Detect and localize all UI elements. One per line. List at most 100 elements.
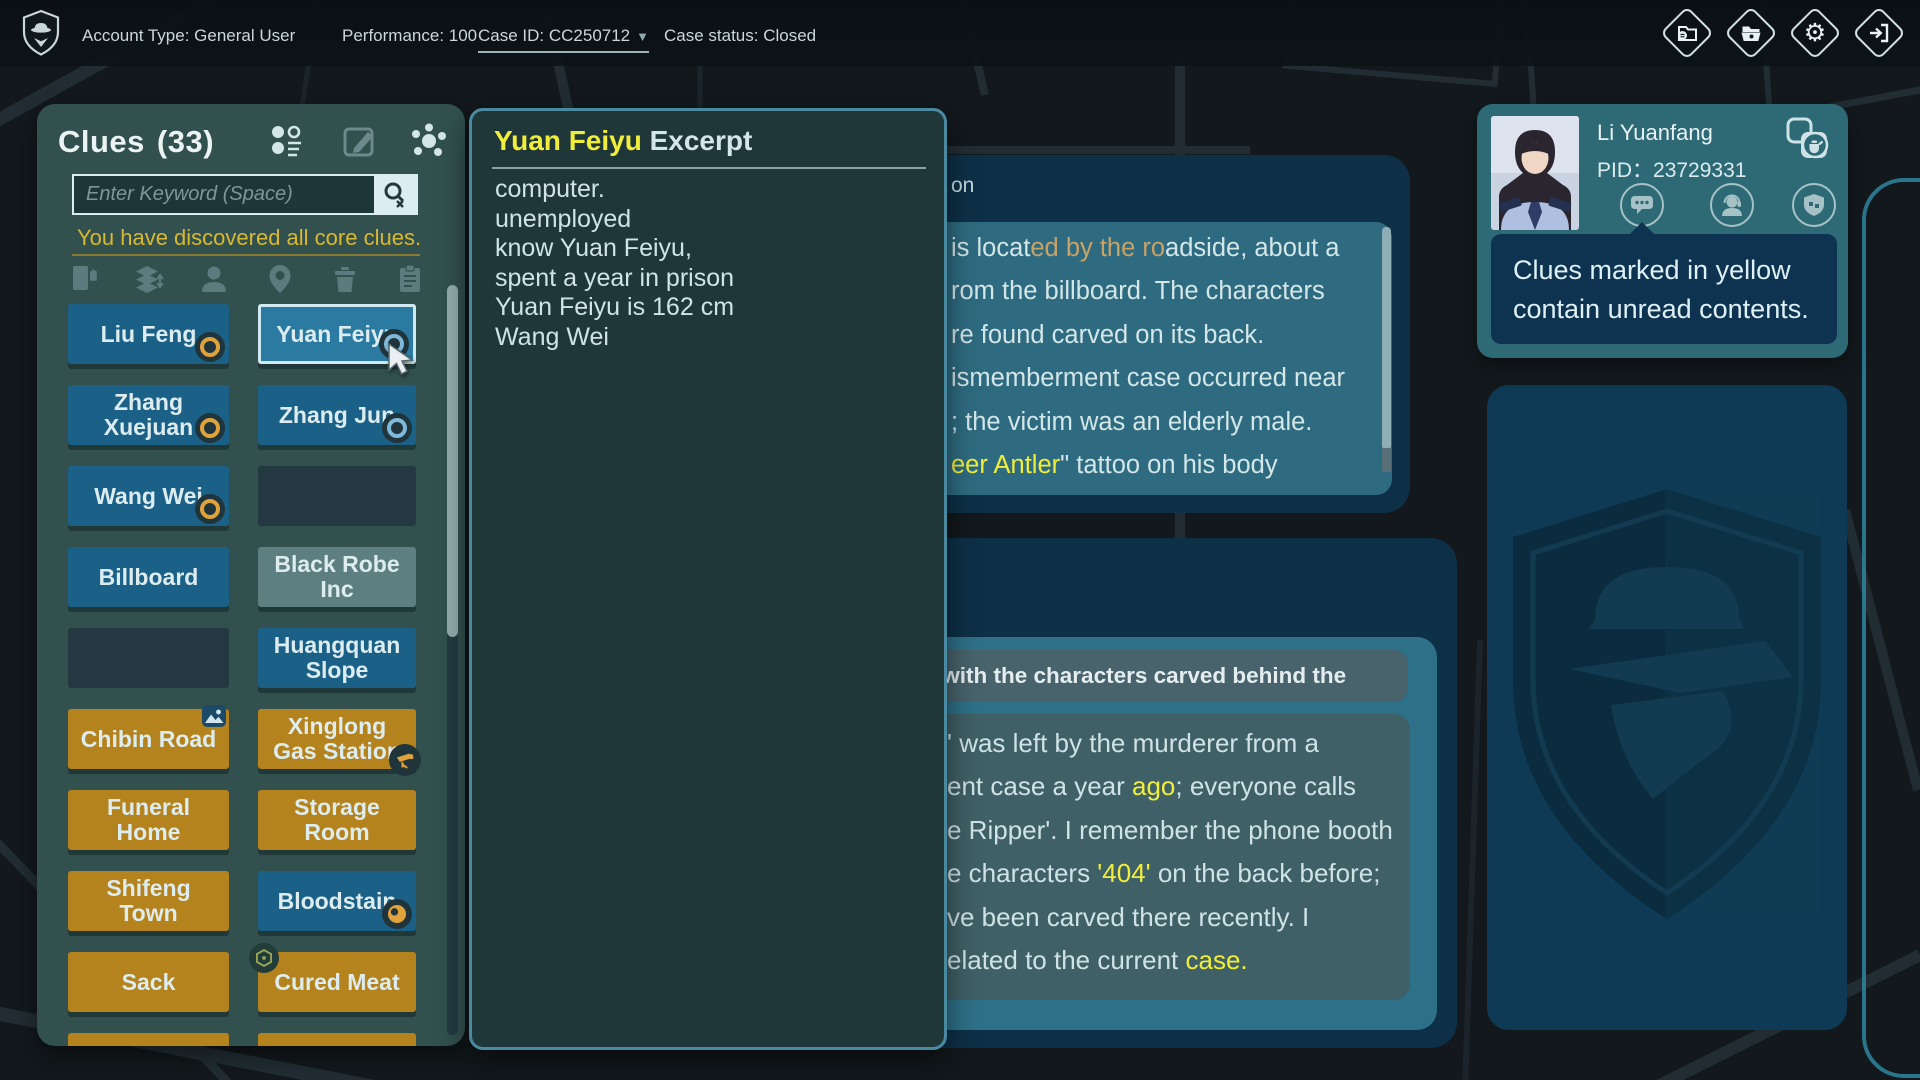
filter-notes-icon[interactable]: [393, 262, 427, 296]
clues-panel: Clues(33): [37, 104, 465, 1046]
text-line: know Yuan Feiyu,: [495, 234, 925, 264]
badge-button[interactable]: [1792, 183, 1836, 227]
filter-files-icon[interactable]: [67, 262, 101, 296]
filter-sort-icon[interactable]: [132, 262, 166, 296]
clue-slot: [258, 466, 416, 526]
clue-slot[interactable]: [68, 1033, 229, 1046]
text-line: elated to the current case.: [947, 939, 1417, 982]
clue-button-cured-meat[interactable]: Cured Meat: [258, 952, 416, 1012]
clue-button-zhang-xuejuan[interactable]: Zhang Xuejuan: [68, 385, 229, 445]
clue-button-sack[interactable]: Sack: [68, 952, 229, 1012]
text-line: Yuan Feiyu is 162 cm: [495, 293, 925, 323]
clue-slot: [68, 628, 229, 688]
case-archive-icon: [1675, 21, 1699, 45]
case-id-dropdown[interactable]: Case ID: CC250712▼: [478, 26, 649, 53]
edit-notes-button[interactable]: [340, 122, 378, 160]
hex-badge-icon: [249, 943, 279, 973]
search-input[interactable]: [74, 176, 374, 213]
headset-person-icon: [1719, 193, 1745, 217]
divider: [492, 167, 926, 169]
detail-placeholder-panel: [1487, 385, 1847, 1030]
clue-button-funeral-home[interactable]: Funeral Home: [68, 790, 229, 850]
excerpt-title-suffix: Excerpt: [642, 125, 753, 156]
settings-button[interactable]: ⚙: [1792, 10, 1838, 56]
clue-slot[interactable]: [258, 1033, 416, 1046]
clue-label: Wang Wei: [94, 484, 203, 509]
chat-button[interactable]: [1620, 183, 1664, 227]
clue-button-liu-feng[interactable]: Liu Feng: [68, 304, 229, 364]
divider: [72, 254, 420, 256]
clue-button-shifeng-town[interactable]: Shifeng Town: [68, 871, 229, 931]
avatar[interactable]: [1491, 116, 1579, 230]
photo-badge-icon: [201, 704, 227, 728]
text-line: Wang Wei: [495, 323, 925, 353]
mouse-cursor: [386, 342, 418, 378]
location-scrollbar-thumb[interactable]: [1382, 448, 1391, 472]
location-panel-title-fragment: on: [951, 174, 974, 198]
text-line: ; the victim was an elderly male.: [951, 401, 1381, 444]
clue-button-wang-wei[interactable]: Wang Wei: [68, 466, 229, 526]
profile-name: Li Yuanfang: [1597, 120, 1713, 146]
clues-panel-title: Clues(33): [58, 124, 214, 160]
support-button[interactable]: [1710, 183, 1754, 227]
text-line: e characters '404' on the back before;: [947, 852, 1417, 895]
clue-button-huangquan-slope[interactable]: Huangquan Slope: [258, 628, 416, 688]
statement-text: ' was left by the murderer from aent cas…: [947, 722, 1417, 982]
clue-button-black-robe-inc[interactable]: Black Robe Inc: [258, 547, 416, 607]
excerpt-popup: Yuan Feiyu Excerpt computer.unemployedkn…: [469, 108, 947, 1050]
search-button[interactable]: [374, 176, 416, 213]
search-icon: [382, 181, 408, 209]
case-folder-button[interactable]: [1728, 10, 1774, 56]
grid-list-icon: [268, 122, 306, 160]
exit-door-icon: [1867, 21, 1891, 45]
shield-watermark-icon: [1499, 469, 1835, 939]
text-line: spent a year in prison: [495, 264, 925, 294]
gear-icon: ⚙: [1804, 21, 1826, 46]
edit-pencil-icon: [340, 122, 378, 160]
app-shield-logo-icon: [21, 9, 61, 62]
text-line: ' was left by the murderer from a: [947, 722, 1417, 765]
clue-label: Liu Feng: [101, 322, 197, 347]
clue-label: Cured Meat: [274, 970, 399, 995]
text-line: re found carved on its back.: [951, 314, 1381, 357]
clue-button-billboard[interactable]: Billboard: [68, 547, 229, 607]
filter-location-icon[interactable]: [263, 262, 297, 296]
record-badge-icon: [382, 899, 412, 929]
text-line: rom the billboard. The characters: [951, 270, 1381, 313]
performance-label: Performance: 100: [342, 26, 477, 46]
excerpt-popup-title: Yuan Feiyu Excerpt: [494, 125, 752, 157]
clue-label: Billboard: [99, 565, 199, 590]
clues-count: (33): [157, 124, 214, 159]
clue-label: Shifeng Town: [106, 876, 190, 926]
clue-button-zhang-jun[interactable]: Zhang Jun: [258, 385, 416, 445]
view-toggle-button[interactable]: [268, 122, 306, 160]
profile-pid: PID：23729331: [1597, 154, 1746, 184]
clue-button-bloodstain[interactable]: Bloodstain: [258, 871, 416, 931]
case-folder-icon: [1739, 21, 1763, 45]
filter-trash-icon[interactable]: [328, 262, 362, 296]
swap-character-button[interactable]: [1783, 114, 1833, 164]
location-scrollbar-track[interactable]: [1382, 227, 1391, 450]
clue-label: Zhang Xuejuan: [104, 390, 193, 440]
relation-graph-button[interactable]: [410, 122, 448, 160]
unread-clues-tooltip: Clues marked in yellowcontain unread con…: [1491, 234, 1837, 344]
clue-button-storage-room[interactable]: Storage Room: [258, 790, 416, 850]
clue-label: Storage Room: [294, 795, 380, 845]
eye-blue-badge-icon: [382, 413, 412, 443]
shield-badge-icon: [1803, 193, 1825, 217]
clue-button-xinglong-gas-station[interactable]: Xinglong Gas Station: [258, 709, 416, 769]
clue-filter-row: [67, 262, 427, 296]
location-text: is located by the roadside, about arom t…: [951, 227, 1381, 487]
clue-label: Bloodstain: [278, 889, 397, 914]
account-type-label: Account Type: General User: [82, 26, 295, 46]
clue-label: Sack: [122, 970, 176, 995]
exit-button[interactable]: [1856, 10, 1902, 56]
eye-orange-badge-icon: [195, 494, 225, 524]
clue-label: Funeral Home: [107, 795, 190, 845]
swap-character-icon: [1783, 114, 1833, 164]
clues-scrollbar-thumb[interactable]: [447, 285, 458, 637]
filter-person-icon[interactable]: [197, 262, 231, 296]
case-archive-button[interactable]: [1664, 10, 1710, 56]
clue-button-chibin-road[interactable]: Chibin Road: [68, 709, 229, 769]
text-line: is located by the roadside, about a: [951, 227, 1381, 270]
